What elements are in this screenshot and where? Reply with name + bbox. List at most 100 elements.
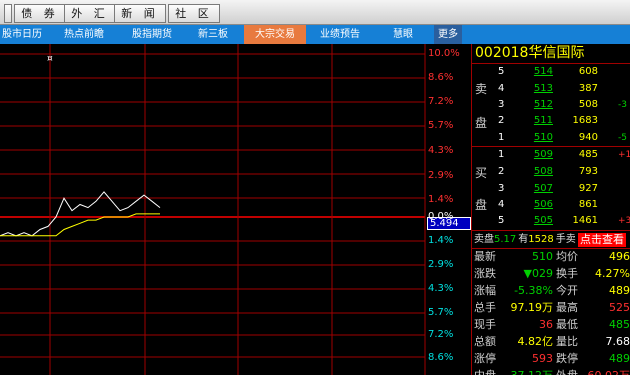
pct-label-down: 2.9% [428,259,454,270]
stat-row: 最新 510 均价 496 [472,249,630,265]
buy-price[interactable]: 506 [506,197,553,213]
stat-label: 均价 [556,250,578,263]
tab-block-trade[interactable]: 大宗交易 [244,25,306,44]
buy-change: +32 [618,216,630,226]
stat-label: 最新 [474,250,496,263]
intraday-chart-svg: ¤ [0,44,426,375]
sell-volume: 1683 [572,115,598,126]
stat-label: 外盘 [556,368,578,375]
sell-price[interactable]: 513 [506,81,553,97]
buy-volume: 793 [578,166,598,177]
buy-price[interactable]: 509 [506,147,553,163]
stat-label: 跌停 [556,352,578,365]
buy-row[interactable]: 3 507 927 [472,181,630,197]
buy-row[interactable]: 5505 1461 +32 [472,213,630,229]
sell-price[interactable]: 514 [506,64,553,80]
stat-row: 总手 97.19万 最高 525 [472,300,630,316]
stat-label: 内盘 [474,368,496,375]
toolbar-edge-button[interactable] [4,4,12,23]
sell-price[interactable]: 510 [506,130,553,146]
sell-row[interactable]: 5 514 608 [472,64,630,80]
divider [472,230,630,231]
stat-value: 489 [609,284,630,297]
stat-label: 涨跌 [474,267,496,280]
stock-code: 002018 [475,45,529,61]
sell-row[interactable]: 1 510 940 -5 [472,130,630,146]
stat-value: 496 [609,250,630,263]
sell-price[interactable]: 511 [506,113,553,129]
toolbar-button-bonds[interactable]: 债 券 [14,4,66,23]
pct-label-up: 5.7% [428,120,454,131]
buy-price[interactable]: 505 [506,213,553,229]
tab-hot-outlook[interactable]: 热点前瞻 [54,25,114,44]
stat-label: 总手 [474,301,496,314]
buy-row[interactable]: 4 506 861 [472,197,630,213]
stat-value: -5.38% [514,284,553,297]
buy-level: 3 [498,183,505,194]
stat-row: 涨停 593 跌停 489 [472,351,630,367]
click-to-view-button[interactable]: 点击查看 [578,233,626,247]
stat-label: 量比 [556,335,578,348]
sell-price[interactable]: 512 [506,97,553,113]
intraday-chart[interactable]: ¤ 5.494 10.0% 8.6% 7.2% 5.7% 4.3% 2.9% 1.4% 0.0… [0,44,471,375]
buy-change: +1 [618,150,630,160]
tab-market-calendar[interactable]: 股市日历 [0,25,44,44]
pct-label-down: 1.4% [428,235,454,246]
toolbar-button-community[interactable]: 社 区 [168,4,220,23]
tab-new-third-board[interactable]: 新三板 [188,25,238,44]
stat-value: 485 [609,318,630,331]
tab-insight[interactable]: 慧眼 [380,25,426,44]
tab-earnings-preview[interactable]: 业绩预告 [312,25,368,44]
pct-label-up: 10.0% [428,48,460,59]
sell-queue-label: 卖盘 [474,234,494,245]
tab-index-futures[interactable]: 股指期货 [122,25,182,44]
stat-value: 7.68 [605,335,630,348]
crosshair-marker-icon: ¤ [47,54,53,64]
top-toolbar: 债 券 外 汇 新 闻 社 区 [0,0,630,25]
buy-level: 5 [498,215,505,226]
stat-row: 涨幅 -5.38% 今开 489 [472,283,630,299]
sell-level: 5 [498,66,505,77]
sell-queue-amount: 1528 [528,234,554,245]
pct-label-zero: 0.0% [428,211,454,222]
buy-row[interactable]: 1 509 485 +1 [472,147,630,163]
buy-volume: 861 [578,199,598,210]
stat-value: 4.27% [595,267,630,280]
buy-level: 4 [498,199,505,210]
stat-value: 525 [609,301,630,314]
tab-more[interactable]: 更多 [434,25,462,44]
sell-volume: 508 [578,99,598,110]
stat-label: 换手 [556,267,578,280]
nav-bar: 股市日历 热点前瞻 股指期货 新三板 大宗交易 业绩预告 慧眼 更多 [0,25,630,44]
sell-row[interactable]: 2 511 1683 [472,113,630,129]
stat-value: 510 [532,250,553,263]
stat-label: 今开 [556,284,578,297]
buy-price[interactable]: 507 [506,181,553,197]
stat-label: 涨停 [474,352,496,365]
sell-queue-row: 卖盘5.17 有1528 手卖 点击查看 [472,232,630,248]
buy-price[interactable]: 508 [506,164,553,180]
stat-value: 37.12万 [499,368,554,375]
toolbar-button-forex[interactable]: 外 汇 [64,4,116,23]
stat-value: 489 [609,352,630,365]
pct-label-down: 7.2% [428,329,454,340]
sell-row[interactable]: 4 513 387 [472,81,630,97]
toolbar-button-news[interactable]: 新 闻 [114,4,166,23]
buy-row[interactable]: 2 508 793 [472,164,630,180]
sell-row[interactable]: 3 512 508 -3 [472,97,630,113]
stat-row: 总额 4.82亿 量比 7.68 [472,334,630,350]
buy-volume: 485 [578,149,598,160]
sell-level: 3 [498,99,505,110]
stat-value: 593 [532,352,553,365]
pct-label-down: 5.7% [428,307,454,318]
stat-value: 97.19万 [510,301,554,314]
sell-queue-mid: 有 [518,234,529,245]
buy-level: 1 [498,149,505,160]
pct-label-up: 4.3% [428,145,454,156]
sell-volume: 608 [578,66,598,77]
sell-queue-price: 5.17 [494,234,517,245]
sell-queue-unit: 手卖 [555,234,576,245]
pct-label-up: 7.2% [428,96,454,107]
stock-name: 华信国际 [528,45,585,61]
sell-level: 1 [498,132,505,143]
